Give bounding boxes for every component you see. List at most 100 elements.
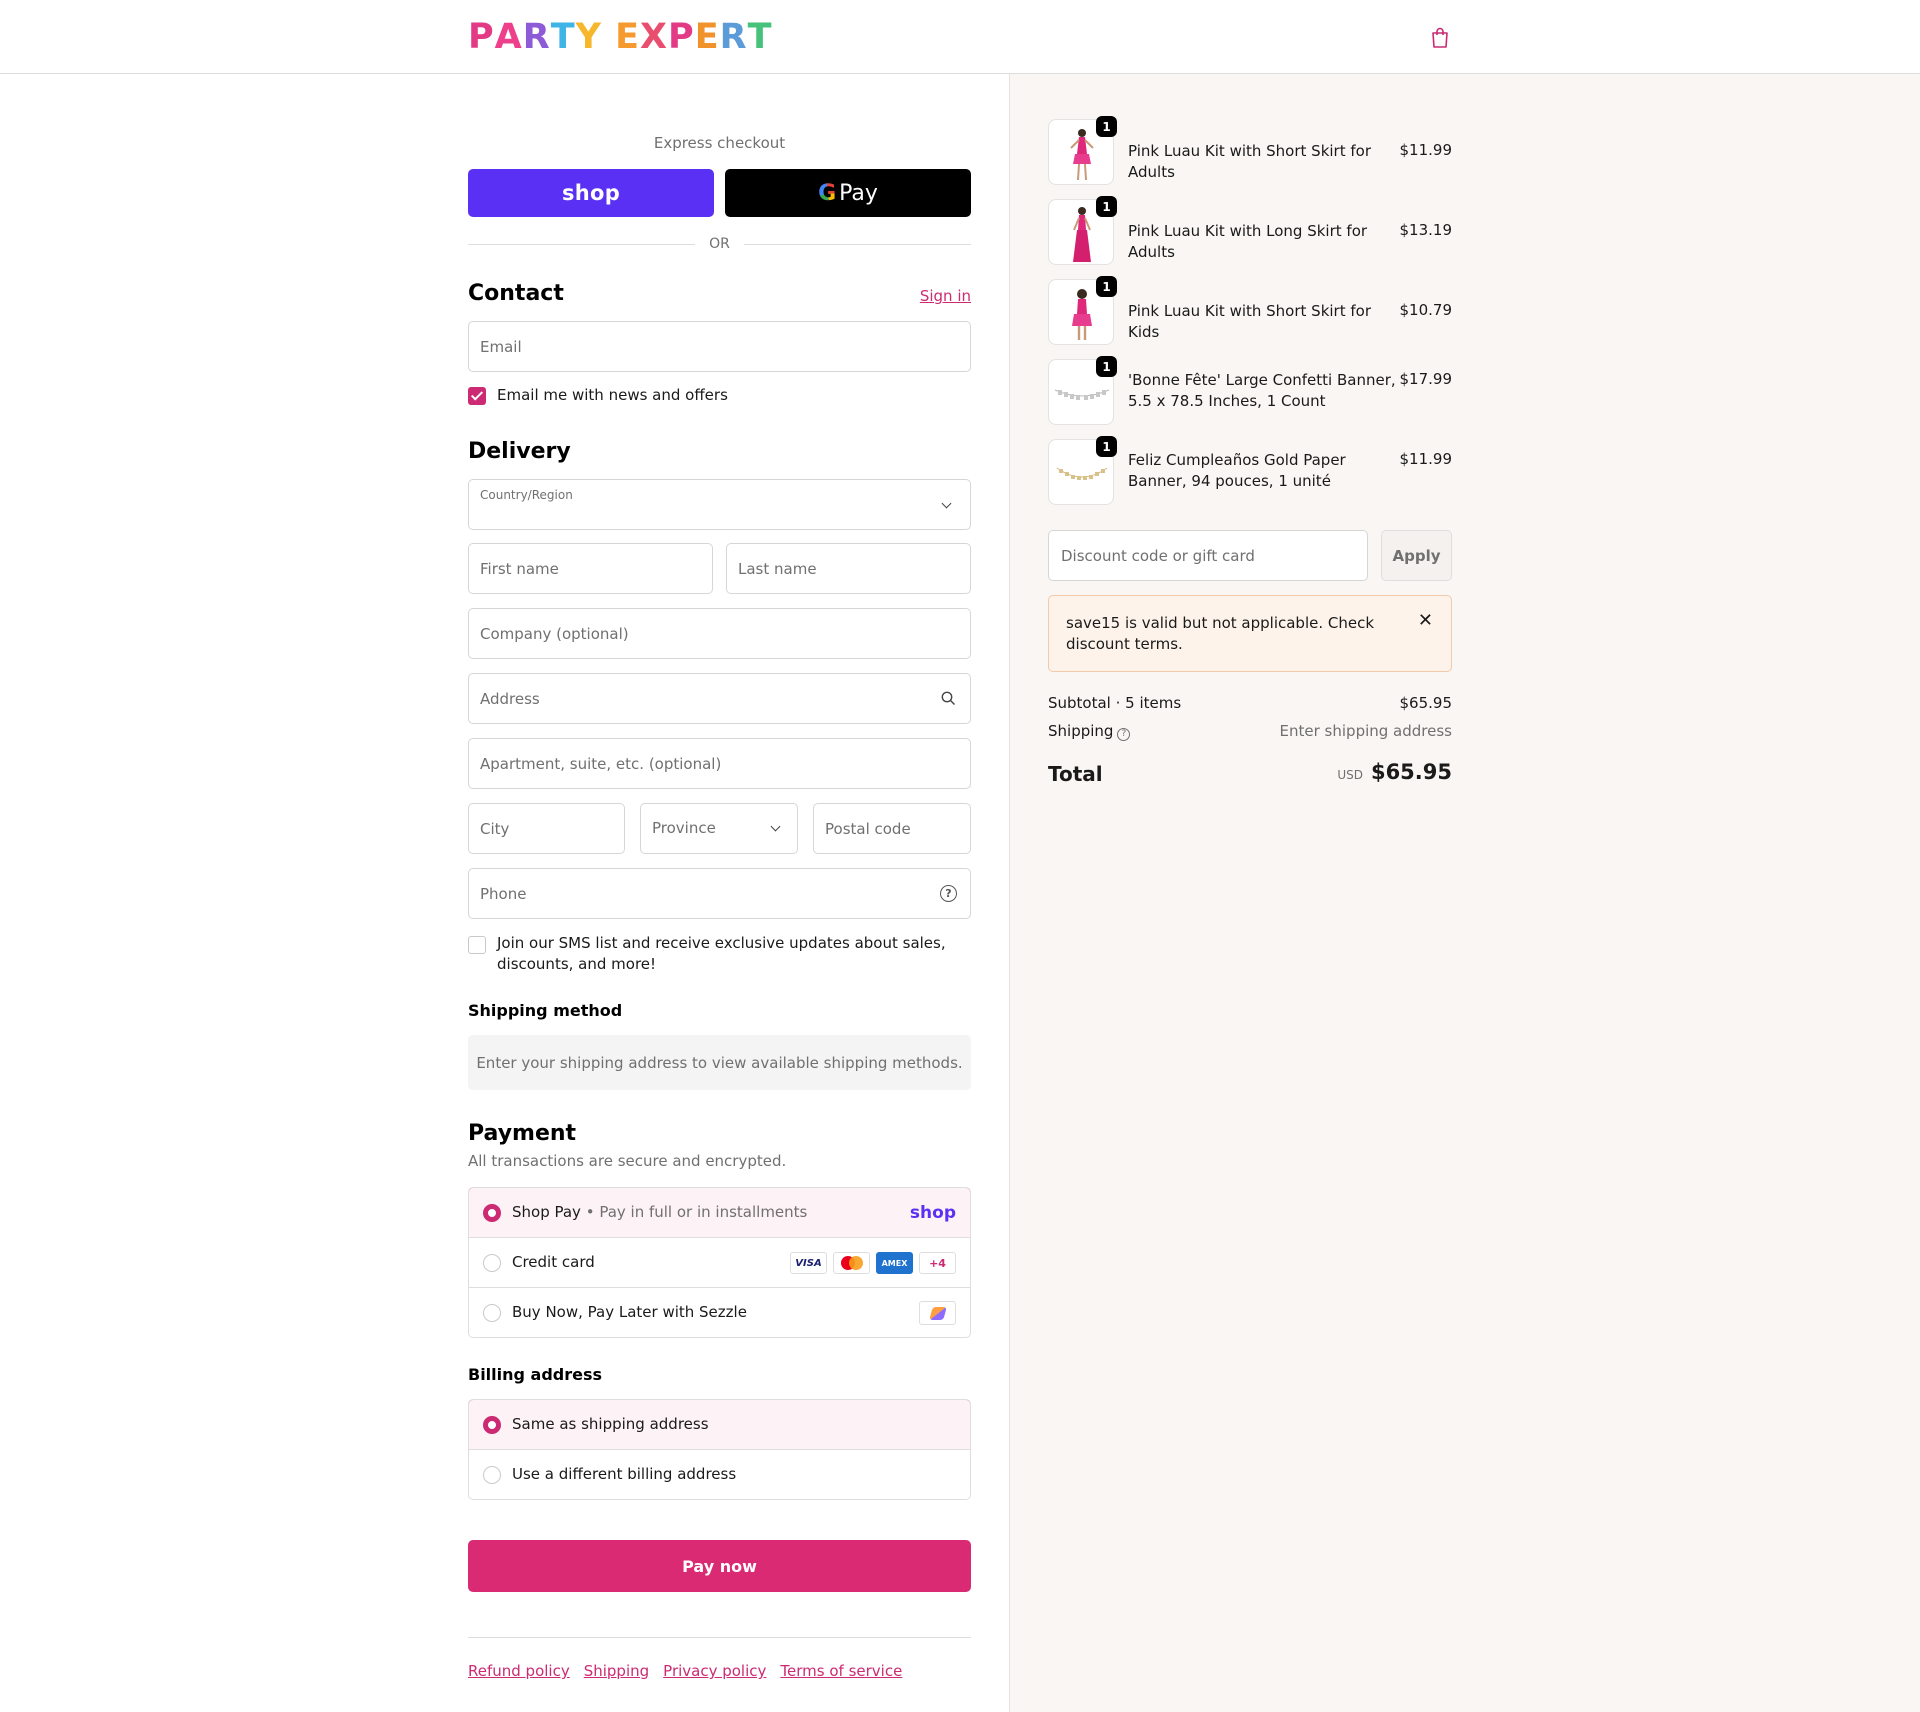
search-icon [941,691,955,705]
postal-code-field[interactable]: Postal code [813,803,971,854]
logo-letter: T [747,17,773,57]
quantity-badge: 1 [1096,276,1117,297]
chevron-down-icon [941,498,952,509]
item-name: 'Bonne Fête' Large Confetti Banner, 5.5 … [1128,371,1396,410]
subtotal-row: Subtotal · 5 items $65.95 [1048,694,1452,712]
sms-label-line-1: Join our SMS list and receive exclusive … [497,934,946,952]
payment-option-shop-pay[interactable]: Shop Pay • Pay in full or in installment… [469,1188,970,1238]
item-price: $11.99 [1399,141,1453,159]
pay-now-button[interactable]: Pay now [468,1540,971,1592]
list-item: 1 Pink Luau Kit with Short Skirt for Kid… [1048,276,1453,345]
country-region-label: Country/Region [480,488,573,502]
logo-letter: E [694,17,720,57]
logo-letter: X [640,17,669,57]
or-text: OR [709,236,730,252]
radio-unselected[interactable] [483,1466,501,1484]
item-price: $17.99 [1399,370,1453,388]
postal-code-placeholder: Postal code [825,820,911,838]
sms-label: Join our SMS list and receive exclusive … [497,933,946,975]
payment-option-credit-card[interactable]: Credit card VISA AMEX +4 [469,1237,970,1287]
shopping-bag-icon[interactable] [1430,27,1450,49]
billing-same-as-shipping[interactable]: Same as shipping address [469,1400,970,1450]
mastercard-icon [833,1252,870,1274]
shipping-method-placeholder: Enter your shipping address to view avai… [468,1035,971,1090]
item-name: Pink Luau Kit with Short Skirt for Kids [1128,302,1371,341]
radio-unselected[interactable] [483,1254,501,1272]
sezzle-icon [919,1301,956,1325]
apartment-placeholder: Apartment, suite, etc. (optional) [480,755,722,773]
terms-of-service-link[interactable]: Terms of service [780,1662,902,1680]
discount-placeholder: Discount code or gift card [1061,547,1255,565]
shop-pay-express-button[interactable]: shop [468,169,714,217]
shop-pay-label: Shop Pay • Pay in full or in installment… [512,1203,807,1221]
shipping-row: Shipping? Enter shipping address [1048,722,1452,741]
country-region-select[interactable]: Country/Region [468,479,971,530]
logo-letter: R [719,17,748,57]
google-pay-button[interactable]: G Pay [725,169,971,217]
shop-pay-logo: shop [909,1203,956,1223]
news-offers-checkbox[interactable] [468,387,486,405]
logo-letter: T [550,17,576,57]
quantity-badge: 1 [1096,436,1117,457]
same-as-shipping-label: Same as shipping address [512,1415,709,1433]
first-name-field[interactable]: First name [468,543,713,594]
item-price: $13.19 [1399,221,1453,239]
express-checkout-title: Express checkout [653,134,786,152]
city-field[interactable]: City [468,803,625,854]
payment-subtitle: All transactions are secure and encrypte… [468,1152,787,1170]
phone-placeholder: Phone [480,885,527,903]
sign-in-link[interactable]: Sign in [920,287,971,305]
address-field[interactable]: Address [468,673,971,724]
help-icon[interactable]: ? [940,885,957,902]
total-label: Total [1048,762,1103,786]
list-item: 1 Pink Luau Kit with Short Skirt for Adu… [1048,116,1453,185]
shipping-link[interactable]: Shipping [584,1662,649,1680]
discount-notice: save15 is valid but not applicable. Chec… [1048,595,1452,672]
amex-icon: AMEX [876,1252,913,1274]
news-offers-label: Email me with news and offers [497,386,728,404]
item-price: $10.79 [1399,301,1453,319]
refund-policy-link[interactable]: Refund policy [468,1662,570,1680]
email-field[interactable]: Email [468,321,971,372]
contact-heading: Contact [468,281,564,306]
radio-unselected[interactable] [483,1304,501,1322]
payment-options: Shop Pay • Pay in full or in installment… [468,1187,971,1338]
sms-checkbox[interactable] [468,936,486,954]
logo-letter: R [522,17,551,57]
footer-divider [468,1637,971,1638]
subtotal-value: $65.95 [1399,694,1453,712]
logo-letter: P [468,17,495,57]
billing-different-address[interactable]: Use a different billing address [469,1449,970,1499]
radio-selected[interactable] [483,1416,501,1434]
privacy-policy-link[interactable]: Privacy policy [663,1662,766,1680]
last-name-field[interactable]: Last name [726,543,971,594]
phone-field[interactable]: Phone ? [468,868,971,919]
separator-dot: • [580,1203,600,1221]
quantity-badge: 1 [1096,356,1117,377]
shipping-method-heading: Shipping method [468,1001,623,1020]
quantity-badge: 1 [1096,116,1117,137]
credit-card-label: Credit card [512,1253,595,1271]
help-icon[interactable]: ? [1117,728,1131,741]
province-select[interactable]: Province [640,803,798,854]
total-row: Total USD $65.95 [1048,760,1452,790]
city-placeholder: City [480,820,510,838]
google-g-icon: G [818,180,837,206]
payment-option-sezzle[interactable]: Buy Now, Pay Later with Sezzle [469,1287,970,1337]
shop-pay-detail: Pay in full or in installments [599,1203,808,1221]
card-brands: VISA AMEX +4 [790,1252,956,1274]
radio-selected[interactable] [483,1204,501,1222]
apply-discount-button[interactable]: Apply [1381,530,1452,581]
close-icon[interactable]: ✕ [1418,610,1433,631]
discount-code-field[interactable]: Discount code or gift card [1048,530,1368,581]
party-expert-logo[interactable]: PARTY EXPERT [468,17,772,57]
address-placeholder: Address [480,690,540,708]
logo-letter: Y [575,17,602,57]
or-divider: OR [468,234,971,254]
payment-heading: Payment [468,1121,577,1146]
apartment-field[interactable]: Apartment, suite, etc. (optional) [468,738,971,789]
company-field[interactable]: Company (optional) [468,608,971,659]
email-placeholder: Email [480,338,522,356]
gpay-label: Pay [839,180,878,206]
list-item: 1 Pink Luau Kit with Long Skirt for Adul… [1048,196,1453,265]
